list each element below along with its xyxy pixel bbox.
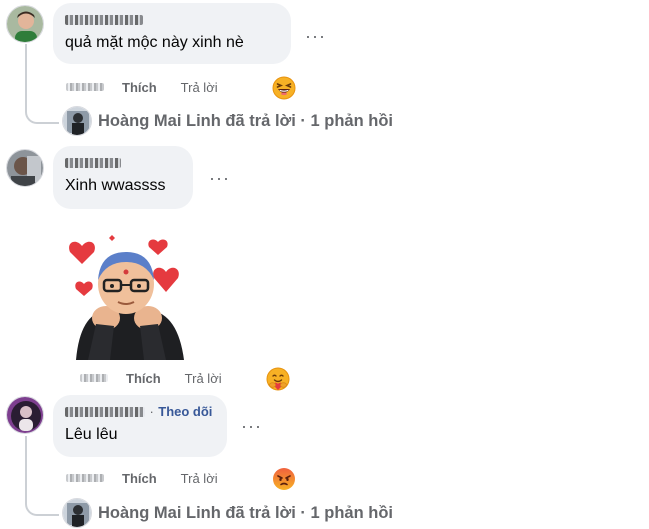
comment-actions: Thích Trả lời <box>66 76 296 100</box>
thread-connector <box>25 100 59 124</box>
like-button[interactable]: Thích <box>126 371 161 386</box>
view-replies-link[interactable]: Hoàng Mai Linh đã trả lời · 1 phản hồi <box>62 106 393 136</box>
like-button[interactable]: Thích <box>122 471 157 486</box>
commenter-avatar[interactable] <box>6 5 44 43</box>
commenter-name[interactable] <box>65 406 145 417</box>
reply-author: Hoàng Mai Linh <box>98 111 221 130</box>
comment-bubble: · Theo dõi Lêu lêu <box>53 395 227 457</box>
angry-face-emoji-icon[interactable] <box>272 467 295 490</box>
hugging-heart-emoji-icon[interactable] <box>266 367 290 391</box>
commenter-name[interactable] <box>65 11 279 29</box>
replies-summary: đã trả lời · 1 phản hồi <box>225 111 393 130</box>
commenter-avatar[interactable] <box>6 396 44 434</box>
comment-bubble: quả mặt mộc này xinh nè <box>53 3 291 64</box>
timestamp[interactable] <box>66 474 104 482</box>
thread-line <box>25 436 27 500</box>
comment-actions: Thích Trả lời <box>80 367 290 391</box>
commenter-name[interactable] <box>65 154 181 172</box>
more-options-icon[interactable]: ··· <box>209 169 230 187</box>
comment-text: Lêu lêu <box>65 426 118 443</box>
comment-text: quả mặt mộc này xinh nè <box>65 34 244 51</box>
comment-header: · Theo dõi <box>65 403 215 421</box>
more-options-icon[interactable]: ··· <box>241 417 262 435</box>
like-button[interactable]: Thích <box>122 80 157 95</box>
timestamp[interactable] <box>80 374 108 382</box>
follow-button[interactable]: Theo dõi <box>158 404 212 419</box>
reply-button[interactable]: Trả lời <box>181 471 218 486</box>
reply-author-avatar <box>62 498 92 528</box>
reply-author-avatar <box>62 106 92 136</box>
commenter-avatar[interactable] <box>6 149 44 187</box>
thread-connector <box>25 492 59 516</box>
bald-man-with-hearts-sticker[interactable] <box>66 232 188 362</box>
timestamp[interactable] <box>66 83 104 91</box>
reply-button[interactable]: Trả lời <box>181 80 218 95</box>
view-replies-link[interactable]: Hoàng Mai Linh đã trả lời · 1 phản hồi <box>62 498 393 528</box>
comment-actions: Thích Trả lời <box>66 467 295 490</box>
separator-dot: · <box>149 404 154 419</box>
reply-button[interactable]: Trả lời <box>185 371 222 386</box>
reply-author: Hoàng Mai Linh <box>98 503 221 522</box>
more-options-icon[interactable]: ··· <box>305 27 326 45</box>
replies-summary: đã trả lời · 1 phản hồi <box>225 503 393 522</box>
comment-bubble: Xinh wwassss <box>53 146 193 209</box>
grinning-squint-emoji-icon[interactable] <box>272 76 296 100</box>
comment-text: Xinh wwassss <box>65 177 166 194</box>
